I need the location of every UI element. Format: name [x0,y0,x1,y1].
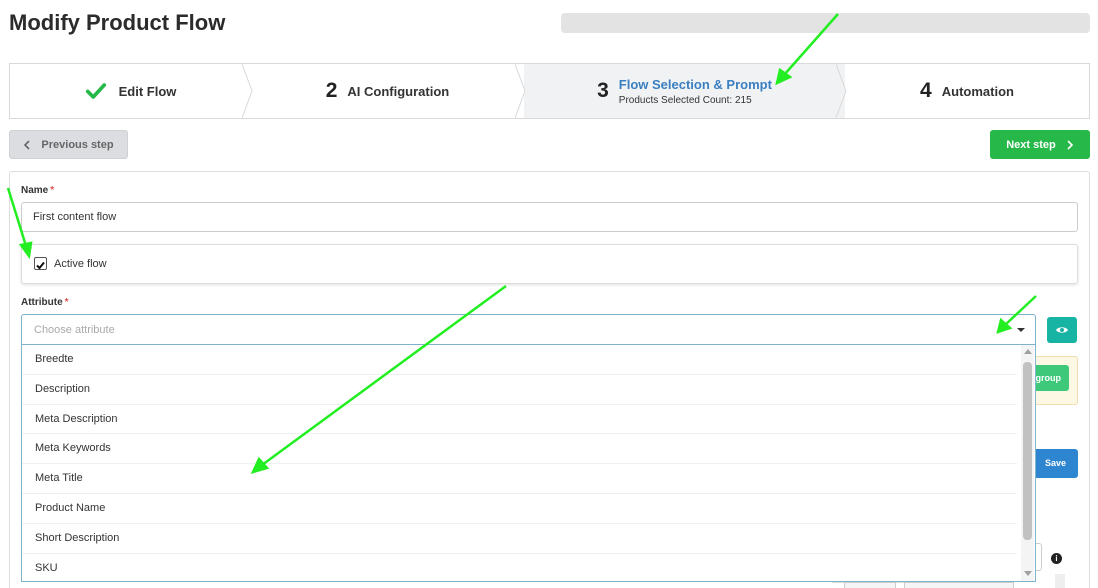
dropdown-scrollbar[interactable] [1021,345,1034,581]
attribute-option[interactable]: SKU [22,554,1017,581]
active-flow-checkbox[interactable] [34,257,47,270]
wizard-stepper: Edit Flow 2 AI Configuration 3 Flow Sele… [9,63,1090,119]
checkmark-icon [36,261,45,270]
top-bar-placeholder [561,13,1090,33]
attribute-label: Attribute * [21,297,69,308]
attribute-select[interactable]: Choose attribute [21,314,1036,345]
bottom-scrollbar[interactable] [1055,574,1065,588]
name-label: Name * [21,185,55,196]
eye-icon [1056,327,1068,333]
page-title: Modify Product Flow [9,10,226,35]
step-ai-configuration[interactable]: 2 AI Configuration [251,64,526,118]
info-icon[interactable]: i [1051,553,1062,564]
chevron-right-icon [1067,139,1073,150]
step-number: 4 [920,79,932,102]
attribute-option[interactable]: Description [22,375,1017,405]
attribute-option[interactable]: Meta Title [22,464,1017,494]
step-flow-selection[interactable]: 3 Flow Selection & Prompt Products Selec… [524,64,847,118]
step-edit-flow[interactable]: Edit Flow [10,64,253,118]
step-automation[interactable]: 4 Automation [845,64,1089,118]
preview-button[interactable] [1047,317,1077,343]
step-subtitle: Products Selected Count: 215 [618,94,752,106]
step-separator [836,64,847,118]
attribute-option[interactable]: Meta Keywords [22,434,1017,465]
active-flow-box [21,244,1078,284]
attribute-dropdown: Breedte Description Meta Description Met… [21,345,1036,582]
attribute-option[interactable]: Short Description [22,524,1017,554]
name-input[interactable]: First content flow [21,202,1078,232]
attribute-option[interactable]: Breedte [22,345,1017,375]
previous-step-button[interactable]: Previous step [9,130,128,159]
next-step-label: Next step [1006,138,1056,151]
step-label: Edit Flow [118,83,177,99]
step-separator [515,64,526,118]
step-separator [242,64,253,118]
step-label: Flow Selection & Prompt [618,76,772,92]
step-label: Automation [941,83,1014,99]
attribute-option[interactable]: Meta Description [22,405,1017,435]
step-number: 2 [325,79,338,102]
check-icon [85,83,106,99]
active-flow-label: Active flow [54,258,107,270]
scroll-up-icon[interactable] [1024,349,1032,354]
next-step-button[interactable]: Next step [990,130,1090,159]
chevron-left-icon [24,139,30,150]
bottom-tab[interactable] [844,582,896,588]
step-number: 3 [597,79,609,102]
step-label: AI Configuration [347,83,450,99]
previous-step-label: Previous step [41,138,114,151]
scroll-down-icon[interactable] [1024,571,1032,576]
scrollbar-thumb[interactable] [1023,362,1032,540]
caret-down-icon [1017,328,1025,332]
bottom-tab[interactable] [904,582,1014,588]
attribute-placeholder: Choose attribute [34,324,115,336]
attribute-option[interactable]: Product Name [22,494,1017,524]
